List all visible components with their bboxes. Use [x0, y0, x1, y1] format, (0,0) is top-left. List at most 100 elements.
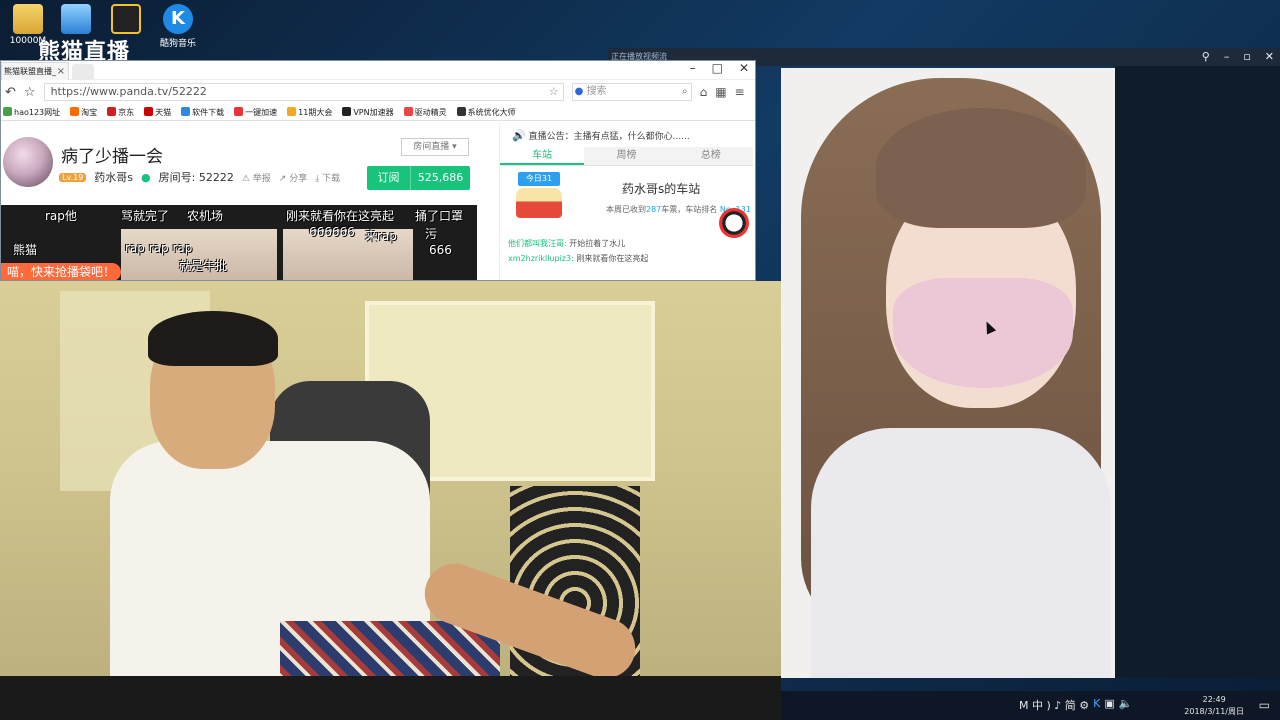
host-info: Lv.19 药水哥s ● 房间号: 52222 ⚠ 举报 ↗ 分享 ⤓ 下载 [59, 169, 340, 185]
close-button[interactable]: ✕ [1265, 48, 1274, 66]
bookmark-item[interactable]: 一键加速 [234, 106, 277, 118]
subscribe-label: 订阅 [367, 166, 411, 190]
desktop-icon-kugou[interactable]: K 酷狗音乐 [148, 4, 208, 49]
promo-banner[interactable]: 喵，快来抢播袋吧！ [1, 263, 122, 280]
system-tray[interactable]: M 中 ) ♪ 简 ⚙ K ▣ 🔈 [1019, 697, 1132, 713]
danmu-text: 666 [429, 243, 452, 257]
danmu-text: 刚来就看你在这亮起 [286, 209, 395, 223]
clock-time: 22:49 [1202, 695, 1226, 704]
browser-window: 熊猫联盟直播_ × – □ ✕ ↶ ☆ https://www.panda.tv… [0, 60, 756, 281]
verified-icon: ● [141, 170, 151, 184]
room-type-dropdown[interactable]: 房间直播 ▾ [401, 138, 469, 156]
kugou-tray-icon[interactable]: K [1093, 697, 1100, 713]
car-illustration [516, 188, 562, 218]
volume-icon[interactable]: 🔈 [1119, 697, 1133, 713]
favorite-icon[interactable]: ☆ [24, 85, 36, 100]
page-title: 病了少播一会 [61, 147, 163, 167]
avatar[interactable] [3, 137, 53, 187]
extension-icon[interactable]: ▦ [715, 85, 726, 99]
maximize-button[interactable]: ▫ [1243, 48, 1250, 66]
search-input[interactable]: ● 搜索 ⌕ [571, 83, 692, 101]
bookmark-item[interactable]: 天猫 [144, 106, 171, 118]
address-bar[interactable]: https://www.panda.tv/52222 ☆ [43, 83, 564, 101]
subscribe-button[interactable]: 订阅 525,686 [367, 166, 470, 190]
browser-tab[interactable]: 熊猫联盟直播_ × [1, 62, 69, 80]
tab-station[interactable]: 车站 [500, 147, 585, 165]
back-icon[interactable]: ↶ [5, 85, 16, 100]
bookmark-item[interactable]: VPN加速器 [342, 106, 394, 118]
level-badge: Lv.19 [59, 172, 87, 182]
danmu-text: 熊猫 [13, 243, 38, 257]
calendar-badge: 今日31 [518, 172, 560, 186]
danmu-text: 骂就完了 [121, 209, 170, 223]
report-link[interactable]: ⚠ 举报 [242, 171, 271, 184]
minimize-button[interactable]: – [690, 61, 696, 75]
danmu-text: rap他 [45, 209, 77, 223]
computer-icon [61, 4, 91, 34]
bookmark-icon [144, 106, 154, 116]
danmu-text: 农机场 [187, 209, 224, 223]
bookmark-item[interactable]: 京东 [107, 106, 134, 118]
close-button[interactable]: ✕ [739, 61, 749, 75]
face-mask [893, 278, 1073, 388]
danmu-text: 666666 [309, 225, 355, 239]
bookmark-item[interactable]: 淘宝 [70, 106, 97, 118]
search-icon[interactable]: ⌕ [682, 84, 688, 100]
danmu-text: 就是牛批 [179, 259, 228, 273]
person-hair [148, 311, 278, 366]
person-bangs [876, 108, 1086, 228]
menu-icon[interactable]: ≡ [735, 85, 745, 99]
panda-mascot-icon [719, 208, 749, 238]
taskbar: M 中 ) ♪ 简 ⚙ K ▣ 🔈 22:49 2018/3/11/周日 ▭ [781, 691, 1280, 720]
bookmark-item[interactable]: 驱动精灵 [403, 106, 447, 118]
subscriber-count: 525,686 [417, 171, 464, 184]
bookmark-icon [3, 106, 12, 116]
clock[interactable]: 22:49 2018/3/11/周日 [1184, 694, 1244, 718]
close-tab-icon[interactable]: × [57, 63, 65, 80]
browser-titlebar: 熊猫联盟直播_ × – □ ✕ [1, 61, 755, 80]
bookmark-item[interactable]: 软件下载 [181, 106, 224, 118]
bookmark-icon [342, 106, 352, 116]
home-icon[interactable]: ⌂ [700, 85, 708, 99]
announcement: 🔊 直播公告：主播有点猛，什么都你心...... [512, 129, 690, 142]
minimize-button[interactable]: – [1224, 48, 1230, 66]
notification-icon[interactable]: ▭ [1259, 698, 1270, 712]
pin-icon[interactable]: ⚲ [1202, 48, 1210, 66]
new-tab-button[interactable] [72, 64, 94, 79]
desktop-icon-label: 酷狗音乐 [159, 39, 196, 49]
tab-total[interactable]: 总榜 [669, 147, 753, 165]
bookmarks-bar: hao123网址 淘宝 京东 天猫 软件下载 一键加速 11期大会 VPN加速器… [1, 104, 755, 121]
danmu-text: 来rap [365, 229, 397, 243]
danmu-text: 捅了口罩 [415, 209, 464, 223]
kugou-icon: K [163, 4, 193, 34]
room-number: 房间号: 52222 [158, 171, 234, 184]
bookmark-star-icon[interactable]: ☆ [549, 84, 559, 100]
bookmark-icon [107, 106, 117, 116]
maximize-button[interactable]: □ [712, 61, 723, 75]
tab-weekly[interactable]: 周榜 [584, 147, 668, 165]
webcam-video-side[interactable] [781, 68, 1115, 678]
tray-icons: M 中 ) ♪ 简 ⚙ [1019, 699, 1090, 712]
bookmark-icon [70, 106, 80, 116]
bookmark-icon [181, 106, 191, 116]
download-link[interactable]: ⤓ 下载 [315, 171, 340, 184]
clock-date: 2018/3/11/周日 [1184, 707, 1244, 716]
bookmark-item[interactable]: hao123网址 [3, 106, 60, 118]
bookmark-item[interactable]: 11期大会 [287, 106, 332, 118]
host-name[interactable]: 药水哥s [94, 169, 133, 185]
share-link[interactable]: ↗ 分享 [279, 171, 307, 184]
desk-edge [0, 676, 781, 720]
network-icon[interactable]: ▣ [1104, 697, 1114, 713]
ranking-tabs: 车站 周榜 总榜 [500, 147, 753, 166]
webcam-video-main[interactable] [0, 281, 781, 720]
stream-preview[interactable]: rap他 骂就完了 农机场 刚来就看你在这亮起 捅了口罩 666666 rap … [1, 205, 477, 280]
desktop-icon-panda[interactable] [96, 4, 156, 36]
chat-message: 他们都叫我汪哥: 开始拉着了水儿 [508, 239, 626, 248]
panda-room-page: 病了少播一会 房间直播 ▾ Lv.19 药水哥s ● 房间号: 52222 ⚠ … [1, 123, 755, 280]
baidu-paw-icon: ● [574, 86, 584, 97]
player-background [1115, 66, 1280, 678]
station-card: 今日31 药水哥s的车站 本周已收到287车票，车站排名 No. 131 [500, 166, 753, 238]
chat-list: 他们都叫我汪哥: 开始拉着了水儿 xm2hzrikllupiz3: 刚来就看你在… [500, 236, 753, 266]
bookmark-item[interactable]: 系统优化大师 [456, 106, 516, 118]
danmu-text: 污 [425, 227, 438, 241]
